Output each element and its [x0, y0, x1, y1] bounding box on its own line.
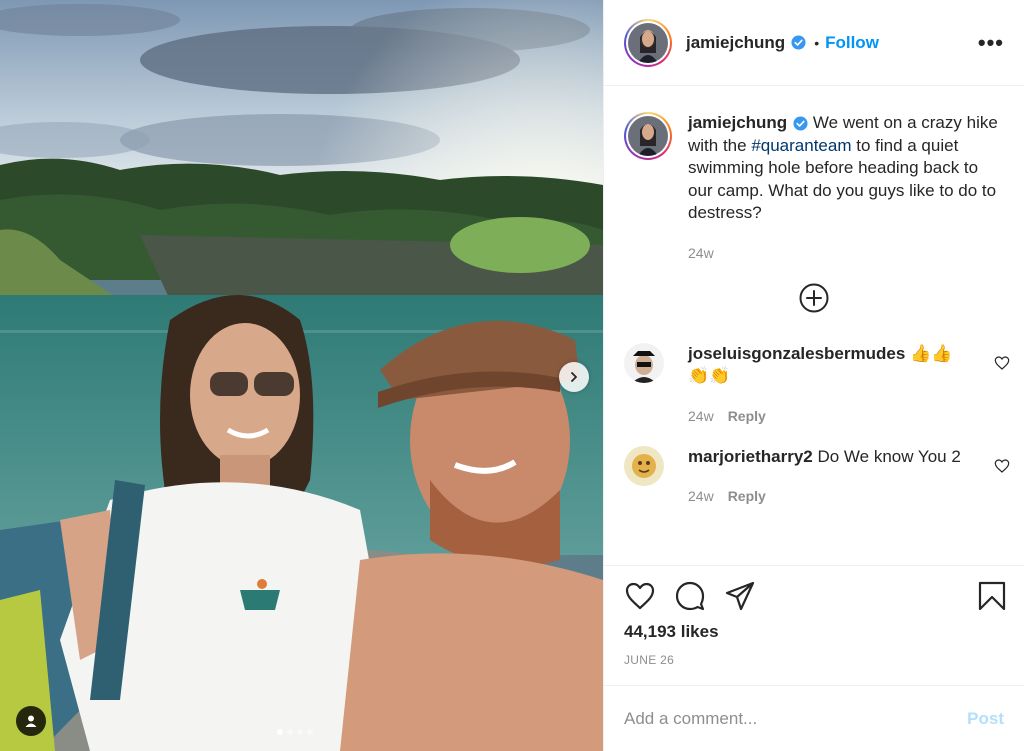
- more-options-icon[interactable]: •••: [978, 31, 1004, 54]
- comment-meta: 24w Reply: [688, 488, 964, 504]
- verified-badge-icon: [793, 116, 808, 131]
- post-modal: jamiejchung • Follow ••• jamiejchung We …: [0, 0, 1024, 751]
- plus-circle-icon: [799, 283, 829, 312]
- author-username[interactable]: jamiejchung: [686, 33, 785, 53]
- chevron-right-icon: [571, 372, 577, 382]
- comment-text: marjorietharry2 Do We know You 2: [688, 446, 964, 469]
- post-date[interactable]: JUNE 26: [624, 653, 1008, 667]
- carousel-dot-active: [277, 729, 283, 735]
- caption-avatar[interactable]: [624, 112, 672, 160]
- caption-username[interactable]: jamiejchung: [688, 113, 787, 132]
- commenter-avatar[interactable]: [624, 445, 664, 486]
- post-comment-button[interactable]: Post: [967, 709, 1004, 729]
- save-bookmark-icon[interactable]: [976, 580, 1008, 612]
- author-avatar[interactable]: [624, 18, 672, 67]
- load-more-comments[interactable]: [604, 283, 1024, 313]
- tagged-users-button[interactable]: [16, 706, 46, 736]
- comment-time[interactable]: 24w: [688, 488, 714, 504]
- likes-count[interactable]: 44,193 likes: [624, 622, 1008, 642]
- commenter-username[interactable]: joseluisgonzalesbermudes: [688, 344, 905, 363]
- commenter-username[interactable]: marjorietharry2: [688, 447, 813, 466]
- carousel-dot: [297, 729, 303, 735]
- post-sidebar: jamiejchung • Follow ••• jamiejchung We …: [603, 0, 1024, 751]
- user-icon: [25, 715, 37, 727]
- post-header: jamiejchung • Follow •••: [604, 0, 1024, 86]
- photo-image: [0, 0, 603, 751]
- carousel-dot: [287, 729, 293, 735]
- post-caption: jamiejchung We went on a crazy hike with…: [604, 86, 1024, 261]
- comment-composer: Post: [604, 685, 1024, 751]
- like-comment-icon[interactable]: [994, 355, 1010, 371]
- comment-item: marjorietharry2 Do We know You 2 24w Repl…: [604, 445, 1024, 504]
- header-separator: •: [814, 34, 820, 51]
- hashtag-link[interactable]: #quaranteam: [751, 136, 851, 155]
- caption-meta: 24w: [688, 245, 1004, 261]
- comment-item: joseluisgonzalesbermudes 👍👍 👏👏 24w Reply: [604, 342, 1024, 424]
- comment-text: joseluisgonzalesbermudes 👍👍 👏👏: [688, 343, 964, 388]
- comment-input[interactable]: [624, 708, 968, 729]
- reply-button[interactable]: Reply: [728, 408, 766, 424]
- follow-button[interactable]: Follow: [825, 33, 879, 53]
- commenter-avatar[interactable]: [624, 342, 664, 383]
- caption-text: jamiejchung We went on a crazy hike with…: [688, 112, 1004, 225]
- post-actions: 44,193 likes JUNE 26: [604, 565, 1024, 685]
- next-slide-button[interactable]: [559, 362, 589, 392]
- caption-time[interactable]: 24w: [688, 245, 714, 261]
- comment-text-part: Do We know You 2: [812, 446, 961, 466]
- verified-badge-icon: [791, 35, 806, 50]
- reply-button[interactable]: Reply: [728, 488, 766, 504]
- comment-meta: 24w Reply: [688, 408, 964, 424]
- like-heart-icon[interactable]: [624, 580, 656, 612]
- like-comment-icon[interactable]: [994, 458, 1010, 474]
- comments-list[interactable]: jamiejchung We went on a crazy hike with…: [604, 86, 1024, 565]
- comment-time[interactable]: 24w: [688, 408, 714, 424]
- comment-bubble-icon[interactable]: [674, 580, 706, 612]
- post-photo[interactable]: [0, 0, 603, 751]
- share-paper-plane-icon[interactable]: [724, 580, 756, 612]
- caption-avatar-image: [628, 116, 668, 156]
- carousel-indicator: [277, 729, 313, 735]
- carousel-dot: [307, 729, 313, 735]
- author-avatar-image: [628, 22, 668, 63]
